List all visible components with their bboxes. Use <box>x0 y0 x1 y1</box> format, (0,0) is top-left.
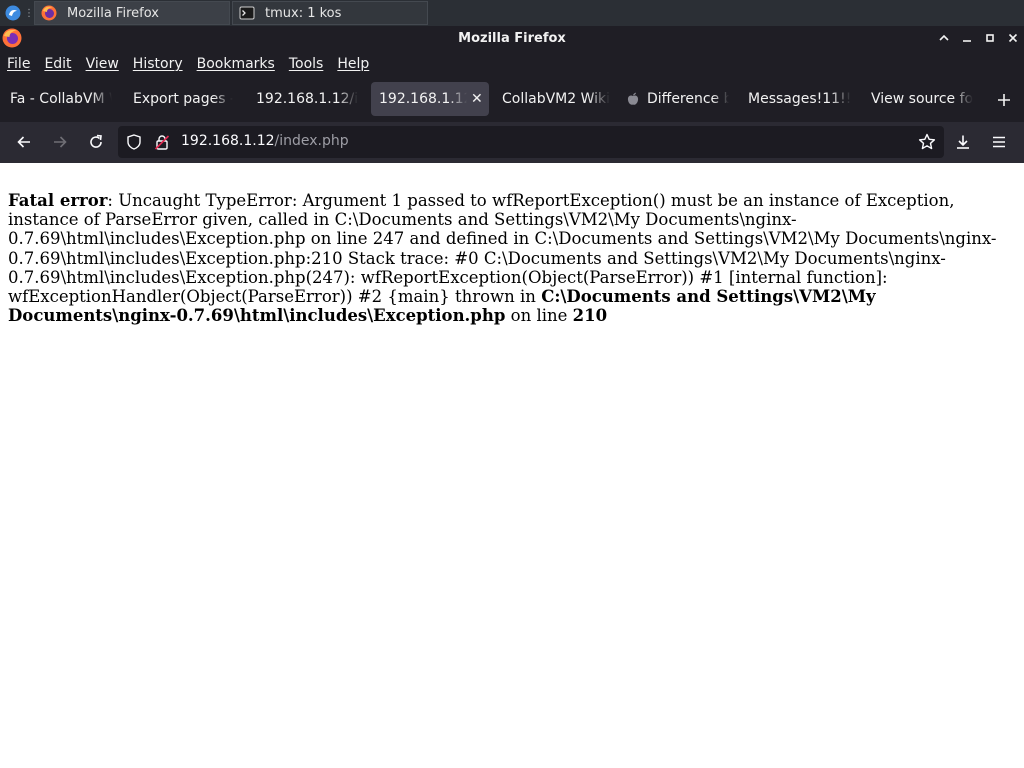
tab-label: View source fo <box>871 91 974 107</box>
close-icon <box>1008 33 1017 43</box>
minimize-icon <box>962 40 971 42</box>
forward-button[interactable] <box>48 130 72 154</box>
tab-strip: Fa - CollabVM W Export pages - 192.168.1… <box>0 78 1024 122</box>
menu-bar: File Edit View History Bookmarks Tools H… <box>0 50 1024 78</box>
tab-collabvm-wiki-fa[interactable]: Fa - CollabVM W <box>10 82 112 116</box>
window-title: Mozilla Firefox <box>458 30 566 46</box>
menu-help[interactable]: Help <box>337 56 369 72</box>
close-window-button[interactable] <box>1001 26 1024 50</box>
tab-label: Export pages - <box>133 91 233 107</box>
tab-label: CollabVM2 Wiki <box>502 91 610 107</box>
reload-icon <box>90 134 102 148</box>
chevron-up-icon <box>938 34 949 41</box>
menu-bookmarks[interactable]: Bookmarks <box>197 56 275 72</box>
start-menu-icon <box>5 5 21 21</box>
hamburger-menu-icon <box>993 136 1005 148</box>
tab-local-ip[interactable]: 192.168.1.12/i <box>256 82 358 116</box>
maximize-icon <box>985 34 994 42</box>
firefox-logo-icon <box>2 28 22 48</box>
tab-label: Difference b <box>647 91 729 107</box>
new-tab-button[interactable] <box>992 88 1016 112</box>
url-path: /index.php <box>274 133 349 149</box>
plus-icon <box>998 94 1010 106</box>
download-icon <box>957 135 969 149</box>
url-bar[interactable]: 192.168.1.12/index.php <box>118 126 944 158</box>
arrow-left-icon <box>17 136 30 148</box>
fatal-error-label: Fatal error <box>8 191 108 210</box>
menu-edit[interactable]: Edit <box>44 56 71 72</box>
tab-label: 192.168.1.12 <box>379 91 467 107</box>
navigation-toolbar: 192.168.1.12/index.php <box>0 122 1024 162</box>
tab-difference[interactable]: Difference b <box>627 82 729 116</box>
tab-view-source[interactable]: View source fo <box>871 82 975 116</box>
window-shade-button[interactable] <box>932 26 955 50</box>
reload-button[interactable] <box>84 130 108 154</box>
apple-icon <box>627 92 639 106</box>
bookmark-star-icon[interactable] <box>918 133 936 151</box>
url-text[interactable]: 192.168.1.12/index.php <box>181 133 349 149</box>
taskbar-task-label: Mozilla Firefox <box>67 5 159 21</box>
tab-close-icon[interactable]: ✕ <box>471 91 483 107</box>
taskbar-separator-icon: ⋮ <box>24 7 34 19</box>
taskbar: ⋮ Mozilla Firefox tmux: 1 kos <box>0 0 1024 26</box>
tab-label: Fa - CollabVM W <box>10 91 112 107</box>
shield-icon[interactable] <box>126 134 142 150</box>
menu-file[interactable]: File <box>7 56 30 72</box>
tab-label: Messages!11!! <box>748 91 852 107</box>
downloads-button[interactable] <box>951 130 975 154</box>
menu-tools[interactable]: Tools <box>289 56 324 72</box>
page-content: Fatal error: Uncaught TypeError: Argumen… <box>0 162 1024 768</box>
arrow-right-icon <box>54 136 67 148</box>
app-menu-button[interactable] <box>987 130 1011 154</box>
php-fatal-error-message: Fatal error: Uncaught TypeError: Argumen… <box>8 191 1018 325</box>
tab-collabvm2-wiki[interactable]: CollabVM2 Wiki <box>502 82 610 116</box>
taskbar-task-label: tmux: 1 kos <box>265 5 342 21</box>
menu-view[interactable]: View <box>86 56 119 72</box>
maximize-button[interactable] <box>978 26 1001 50</box>
taskbar-task-tmux[interactable]: tmux: 1 kos <box>232 1 428 25</box>
insecure-lock-icon[interactable] <box>154 134 170 150</box>
taskbar-task-firefox[interactable]: Mozilla Firefox <box>34 1 230 25</box>
on-line-text: on line <box>505 306 573 326</box>
start-menu-button[interactable] <box>0 0 26 26</box>
tab-current-index[interactable]: 192.168.1.12 ✕ <box>371 82 489 116</box>
window-titlebar[interactable]: Mozilla Firefox <box>0 26 1024 50</box>
terminal-icon <box>239 5 255 21</box>
firefox-icon <box>41 5 57 21</box>
tab-messages[interactable]: Messages!11!! <box>748 82 852 116</box>
tab-export-pages[interactable]: Export pages - <box>133 82 233 116</box>
menu-history[interactable]: History <box>133 56 183 72</box>
minimize-button[interactable] <box>955 26 978 50</box>
url-host: 192.168.1.12 <box>181 133 275 149</box>
back-button[interactable] <box>12 130 36 154</box>
error-line-number: 210 <box>572 306 608 326</box>
tab-label: 192.168.1.12/i <box>256 91 358 107</box>
